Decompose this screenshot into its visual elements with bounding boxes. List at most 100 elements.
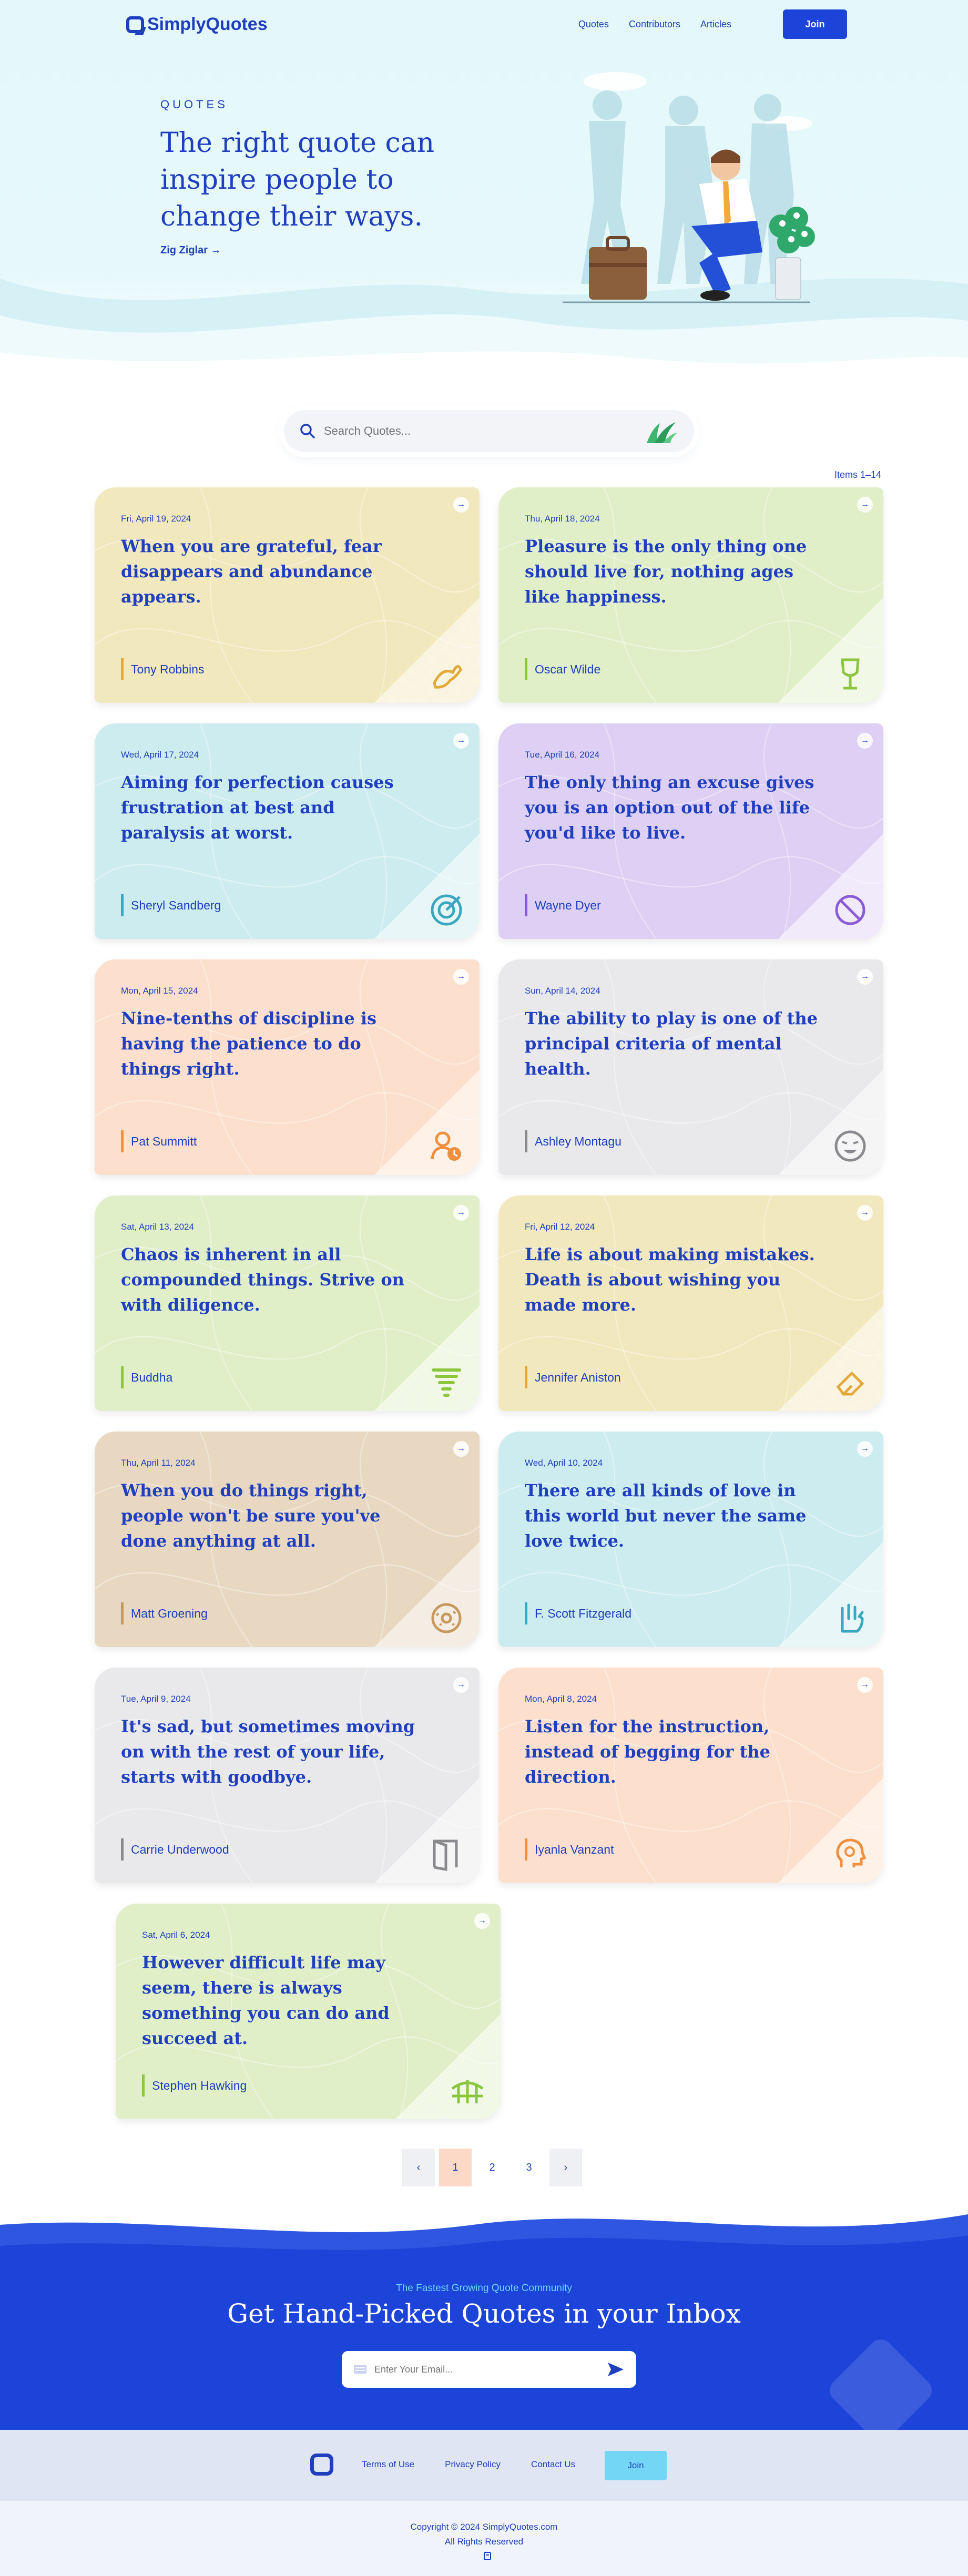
- email-input[interactable]: [374, 2364, 600, 2375]
- page-3-button[interactable]: 3: [513, 2149, 545, 2186]
- quote-author: Tony Robbins: [121, 658, 204, 680]
- nav-link-quotes[interactable]: Quotes: [578, 19, 609, 30]
- badge-icon: [484, 2552, 491, 2560]
- next-page-button[interactable]: ›: [549, 2149, 582, 2186]
- quote-author: Buddha: [121, 1366, 172, 1388]
- quote-author: F. Scott Fitzgerald: [525, 1602, 631, 1624]
- quote-card[interactable]: → Sun, April 14, 2024 The ability to play …: [498, 959, 883, 1175]
- search-input[interactable]: [324, 424, 639, 438]
- newsletter-wave: [0, 2193, 968, 2250]
- send-icon[interactable]: [607, 2360, 625, 2378]
- arrow-right-icon[interactable]: →: [453, 969, 469, 985]
- arrow-right-icon[interactable]: →: [857, 497, 873, 513]
- donut-icon: [431, 1603, 462, 1633]
- quote-card[interactable]: → Wed, April 17, 2024 Aiming for perfectio…: [95, 723, 480, 939]
- dove-icon: [433, 665, 462, 689]
- footer-logo-icon[interactable]: [310, 2454, 333, 2476]
- page-2-button[interactable]: 2: [476, 2149, 508, 2186]
- footer-link-privacy[interactable]: Privacy Policy: [445, 2459, 501, 2470]
- quote-card[interactable]: → Sat, April 13, 2024 Chaos is inherent in…: [95, 1195, 480, 1411]
- quote-date: Fri, April 12, 2024: [525, 1222, 595, 1232]
- user-clock-icon: [431, 1131, 461, 1161]
- mail-icon: [354, 2365, 366, 2374]
- arrow-right-icon[interactable]: →: [857, 1441, 873, 1457]
- quote-card[interactable]: → Tue, April 9, 2024 It's sad, but sometim…: [95, 1668, 480, 1883]
- hero-author-link[interactable]: Zig Ziglar →: [160, 244, 221, 257]
- join-button[interactable]: Join: [783, 9, 847, 39]
- brand-logo[interactable]: SimplyQuotes: [126, 14, 268, 35]
- quote-card[interactable]: → Mon, April 8, 2024 Listen for the instru…: [498, 1668, 883, 1883]
- card-fold: [778, 598, 883, 703]
- logo-icon: [126, 16, 144, 33]
- footer-join-button[interactable]: Join: [605, 2451, 667, 2480]
- quote-author: Iyanla Vanzant: [525, 1838, 614, 1861]
- quote-card[interactable]: → Wed, April 10, 2024 There are all kinds …: [498, 1432, 883, 1647]
- search-icon[interactable]: [300, 423, 315, 439]
- quote-author: Stephen Hawking: [142, 2074, 247, 2097]
- arrow-right-icon[interactable]: →: [857, 1677, 873, 1693]
- quote-date: Fri, April 19, 2024: [121, 514, 191, 524]
- prev-page-button[interactable]: ‹: [402, 2149, 435, 2186]
- arrow-right-icon[interactable]: →: [453, 1441, 469, 1457]
- quote-card[interactable]: → Thu, April 18, 2024 Pleasure is the only…: [498, 487, 883, 703]
- quote-text: Listen for the instruction, instead of b…: [525, 1716, 771, 1787]
- page-1-button[interactable]: 1: [439, 2149, 472, 2186]
- tornado-icon: [432, 1368, 461, 1397]
- footer-bottom: Copyright © 2024 SimplyQuotes.com All Ri…: [0, 2501, 968, 2576]
- arrow-right-icon[interactable]: →: [453, 1205, 469, 1221]
- arrow-right-icon[interactable]: →: [453, 733, 469, 749]
- nav-link-contributors[interactable]: Contributors: [629, 19, 680, 30]
- arrow-right-icon[interactable]: →: [453, 1677, 469, 1693]
- quote-text: Aiming for perfection causes frustration…: [121, 772, 394, 843]
- newsletter-section: The Fastest Growing Quote Community Get …: [0, 2193, 968, 2430]
- quote-text: Nine-tenths of discipline is having the …: [121, 1008, 376, 1079]
- quote-text: The only thing an excuse gives you is an…: [525, 772, 814, 843]
- copyright-text: Copyright © 2024 SimplyQuotes.com: [410, 2522, 558, 2532]
- arrow-right-icon[interactable]: →: [474, 1913, 490, 1929]
- eraser-icon: [836, 1371, 864, 1396]
- card-fold: [374, 1542, 480, 1647]
- quote-date: Thu, April 11, 2024: [121, 1458, 196, 1468]
- head-gear-icon: [836, 1838, 867, 1867]
- footer-link-terms[interactable]: Terms of Use: [362, 2459, 414, 2470]
- nav-link-articles[interactable]: Articles: [700, 19, 731, 30]
- rights-text: All Rights Reserved: [444, 2537, 524, 2547]
- laughing-face-icon: [834, 1130, 866, 1162]
- wine-glass-icon: [841, 658, 860, 690]
- card-fold: [778, 1778, 883, 1883]
- quote-card[interactable]: → Fri, April 19, 2024 When you are gratefu…: [95, 487, 480, 703]
- quote-text: Pleasure is the only thing one should li…: [525, 536, 807, 607]
- arrow-right-icon[interactable]: →: [857, 733, 873, 749]
- quote-card[interactable]: → Mon, April 15, 2024 Nine-tenths of disci…: [95, 959, 480, 1175]
- quote-author: Oscar Wilde: [525, 658, 600, 680]
- quote-author: Ashley Montagu: [525, 1130, 621, 1152]
- items-count: Items 1–14: [834, 469, 881, 480]
- quote-text: It's sad, but sometimes moving on with t…: [121, 1716, 415, 1787]
- quote-card[interactable]: → Thu, April 11, 2024 When you do things r…: [95, 1432, 480, 1647]
- quote-card[interactable]: → Sat, April 6, 2024 However difficult lif…: [116, 1904, 501, 2119]
- quote-text: The ability to play is one of the princi…: [525, 1008, 818, 1079]
- door-exit-icon: [433, 1839, 458, 1871]
- hero-section: SimplyQuotes Quotes Contributors Article…: [0, 0, 968, 384]
- quote-card[interactable]: → Tue, April 16, 2024 The only thing an ex…: [498, 723, 883, 939]
- top-nav: SimplyQuotes Quotes Contributors Article…: [0, 0, 968, 50]
- quote-author: Wayne Dyer: [525, 894, 601, 916]
- quote-date: Wed, April 10, 2024: [525, 1458, 603, 1468]
- arrow-right-icon[interactable]: →: [453, 497, 469, 513]
- hero-eyebrow: QUOTES: [160, 98, 228, 111]
- quote-author: Carrie Underwood: [121, 1838, 229, 1861]
- nav-links: Quotes Contributors Articles Join: [578, 9, 847, 39]
- quote-author: Pat Summitt: [121, 1130, 197, 1152]
- arrow-right-icon[interactable]: →: [857, 969, 873, 985]
- footer-link-contact[interactable]: Contact Us: [531, 2459, 575, 2470]
- hero-quote: The right quote can inspire people to ch…: [160, 127, 435, 232]
- decorative-diamond: [824, 2334, 937, 2430]
- quote-card[interactable]: → Fri, April 12, 2024 Life is about making…: [498, 1195, 883, 1411]
- newsletter-eyebrow: The Fastest Growing Quote Community: [396, 2283, 572, 2294]
- card-fold: [778, 1542, 883, 1647]
- card-fold: [778, 834, 883, 939]
- quote-text: Chaos is inherent in all compounded thin…: [121, 1244, 404, 1315]
- arrow-right-icon[interactable]: →: [857, 1205, 873, 1221]
- quote-text: When you do things right, people won't b…: [121, 1480, 381, 1551]
- card-fold: [374, 598, 480, 703]
